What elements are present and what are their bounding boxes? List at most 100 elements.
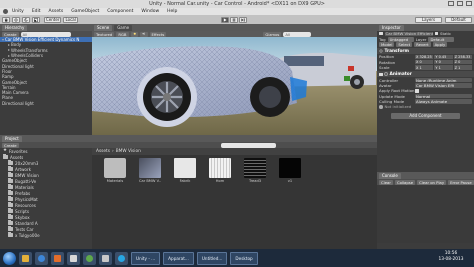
transform-x-field[interactable]: X 1 <box>415 65 434 70</box>
shading-mode-dropdown[interactable]: Textured <box>94 31 115 37</box>
step-button[interactable] <box>239 16 247 23</box>
system-clock[interactable]: 10:56 13-08-2013 <box>436 251 466 263</box>
pivot-center-toggle[interactable]: Center <box>44 16 62 23</box>
console-collapse-toggle[interactable]: Collapse <box>394 179 416 185</box>
transform-y-field[interactable]: Y 1 <box>434 65 453 70</box>
scene-search-input[interactable]: All <box>283 31 312 37</box>
folder-icon <box>22 254 29 262</box>
object-name-field[interactable]: Car BMW Vision Efficient <box>384 31 433 36</box>
minimize-button[interactable] <box>448 1 454 6</box>
taskbar-pin-skype[interactable] <box>115 251 128 265</box>
transform-z-field[interactable]: Z 0 <box>453 60 472 65</box>
effects-dropdown[interactable]: Effects <box>149 31 167 37</box>
project-search-input[interactable] <box>220 142 276 148</box>
project-create-button[interactable]: Create <box>2 142 19 148</box>
apply-root-motion-checkbox[interactable] <box>415 89 419 93</box>
transform-y-field[interactable]: Y 0.45 <box>434 54 453 60</box>
expand-arrow-icon[interactable] <box>8 43 10 46</box>
menu-item-gameobject[interactable]: GameObject <box>71 9 99 14</box>
move-tool-button[interactable] <box>12 16 20 23</box>
hand-tool-button[interactable] <box>2 16 10 23</box>
prefab-revert-button[interactable]: Revert <box>414 41 431 47</box>
hierarchy-create-button[interactable]: Create <box>2 31 19 37</box>
tab-hierarchy[interactable]: Hierarchy <box>2 24 28 31</box>
tab-console[interactable]: Console <box>379 172 401 179</box>
taskbar-window-unity[interactable]: Unity - ... <box>131 251 161 265</box>
hierarchy-search-input[interactable]: All <box>20 31 71 37</box>
animator-field[interactable]: Car BMW Vision Effi <box>415 83 472 88</box>
asset-item[interactable]: Fabrik <box>174 158 196 183</box>
hierarchy-item-label: GameObject <box>2 58 27 64</box>
gizmos-dropdown[interactable]: Gizmos <box>263 31 282 37</box>
menu-item-assets[interactable]: Assets <box>49 9 64 14</box>
animator-field[interactable]: None (Runtime Anim <box>415 77 472 83</box>
breadcrumb-assets[interactable]: Assets <box>96 149 110 154</box>
prefab-model-button[interactable]: Model <box>379 41 395 47</box>
pause-button[interactable] <box>230 16 238 23</box>
console-clear-button[interactable]: Clear <box>379 179 393 185</box>
asset-item[interactable]: Materials <box>104 158 126 183</box>
start-button[interactable] <box>3 251 16 265</box>
pivot-local-toggle[interactable]: Local <box>63 16 78 23</box>
taskbar-pin-mail[interactable] <box>99 251 112 265</box>
tab-scene[interactable]: Scene <box>94 24 113 31</box>
taskbar-pin-unity[interactable] <box>67 251 80 265</box>
transform-x-field[interactable]: X 328.25 <box>415 54 434 60</box>
animator-enabled-checkbox[interactable] <box>379 72 383 77</box>
prefab-select-button[interactable]: Select <box>396 41 413 47</box>
lighting-toggle[interactable] <box>130 31 138 37</box>
layout-dropdown[interactable]: Default <box>445 16 472 23</box>
animator-field[interactable]: Always Animate <box>415 99 472 104</box>
transform-y-field[interactable]: Y 0 <box>434 60 453 65</box>
taskbar-window-untitled[interactable]: Untitled... <box>196 251 228 265</box>
console-log-area[interactable] <box>377 185 474 243</box>
folder-icon <box>8 214 13 219</box>
hierarchy-item[interactable]: Directional light <box>0 101 92 106</box>
static-checkbox[interactable] <box>434 31 438 36</box>
scene-viewport[interactable] <box>92 37 377 135</box>
transform-x-field[interactable]: X 0 <box>415 60 434 65</box>
audio-toggle[interactable] <box>140 31 148 37</box>
menu-item-component[interactable]: Component <box>107 9 133 14</box>
taskbar-pin-chrome[interactable] <box>83 251 96 265</box>
asset-item[interactable]: Car BMW V... <box>139 158 161 183</box>
add-component-button[interactable]: Add Component <box>391 112 460 119</box>
menu-item-edit[interactable]: Edit <box>32 9 41 14</box>
render-mode-dropdown[interactable]: RGB <box>116 31 129 37</box>
maximize-button[interactable] <box>457 1 463 6</box>
taskbar-window-desktop[interactable]: Desktop <box>230 251 258 265</box>
rotate-tool-button[interactable] <box>22 16 30 23</box>
prefab-apply-button[interactable]: Apply <box>432 41 448 47</box>
close-button[interactable] <box>466 1 472 6</box>
layers-dropdown[interactable]: Layers <box>415 16 442 23</box>
console-clear-on-play-toggle[interactable]: Clear on Play <box>417 179 447 185</box>
layer-dropdown[interactable]: Default <box>428 36 455 42</box>
expand-arrow-icon[interactable] <box>2 38 4 41</box>
play-button[interactable] <box>221 16 229 23</box>
menu-item-help[interactable]: Help <box>167 9 177 14</box>
taskbar-window-apparat[interactable]: Apparat... <box>163 251 194 265</box>
console-error-pause-toggle[interactable]: Error Pause <box>448 179 474 185</box>
menu-item-window[interactable]: Window <box>141 9 159 14</box>
expand-arrow-icon[interactable] <box>8 49 10 52</box>
transform-z-field[interactable]: Z 1 <box>453 65 472 70</box>
asset-item[interactable]: v1 <box>279 158 301 183</box>
scale-tool-button[interactable] <box>32 16 40 23</box>
breadcrumb-bmw-vision[interactable]: BMW Vision <box>116 149 141 154</box>
asset-item[interactable]: Tread3 <box>244 158 266 183</box>
asset-item[interactable]: Hom <box>209 158 231 183</box>
taskbar-pin-media[interactable] <box>51 251 64 265</box>
project-tree-item[interactable]: x Tulgyo00e <box>0 232 92 238</box>
tab-project[interactable]: Project <box>2 135 22 142</box>
taskbar-pin-browser[interactable] <box>35 251 48 265</box>
tag-dropdown[interactable]: Untagged <box>387 36 414 42</box>
transform-z-field[interactable]: Z 258.33 <box>453 54 472 60</box>
menu-item-unity[interactable]: Unity <box>12 9 24 14</box>
object-active-checkbox[interactable] <box>379 31 383 36</box>
taskbar-pin-explorer[interactable] <box>19 251 32 265</box>
animator-field[interactable]: Normal <box>415 94 472 99</box>
tab-game[interactable]: Game <box>114 24 133 31</box>
console-collapse-label: Collapse <box>396 179 414 185</box>
expand-arrow-icon[interactable] <box>8 54 10 57</box>
tab-inspector[interactable]: Inspector <box>379 24 404 31</box>
